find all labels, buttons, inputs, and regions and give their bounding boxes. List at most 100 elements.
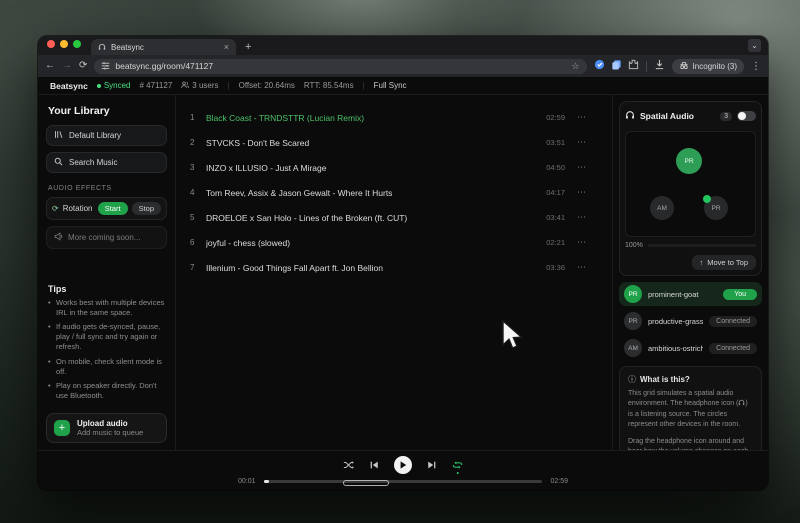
spatial-grid[interactable]: PR AM PR [625, 131, 756, 237]
plus-icon: + [54, 420, 70, 436]
device-count-badge: 3 [720, 112, 732, 121]
spatial-audio-card: Spatial Audio 3 PR AM PR [619, 101, 762, 276]
user-avatar: PR [624, 285, 642, 303]
sidebar-item-default-library[interactable]: Default Library [46, 125, 167, 146]
back-button[interactable]: ← [45, 61, 55, 71]
track-menu-button[interactable]: ⋯ [577, 113, 586, 122]
device-node-pr-gray[interactable]: PR [704, 196, 728, 220]
user-count-label: 3 users [192, 81, 218, 90]
tab-strip-chevron-icon[interactable]: ⌄ [748, 39, 761, 52]
previous-track-button[interactable] [369, 460, 379, 470]
user-row[interactable]: PR productive-grassho... Connected [619, 309, 762, 333]
user-row[interactable]: AM ambitious-ostrich Connected [619, 336, 762, 360]
volume-row: 100% [625, 242, 756, 249]
track-menu-button[interactable]: ⋯ [577, 213, 586, 222]
close-window-button[interactable] [47, 40, 55, 48]
coming-soon-label: More coming soon... [68, 233, 140, 242]
what-is-this-card: ⓘ What is this? This grid simulates a sp… [619, 366, 762, 450]
track-menu-button[interactable]: ⋯ [577, 188, 586, 197]
browser-menu-icon[interactable]: ⋮ [751, 61, 761, 72]
headphones-icon [625, 107, 635, 125]
user-name: prominent-goat [648, 290, 717, 299]
spatial-audio-toggle[interactable] [737, 111, 756, 121]
shuffle-button[interactable] [343, 460, 354, 470]
user-status-badge: You [723, 289, 757, 300]
volume-bar[interactable] [648, 244, 756, 247]
tip-item: Play on speaker directly. Don't use Blue… [48, 381, 167, 401]
full-sync-button[interactable]: Full Sync [374, 81, 407, 90]
track-duration: 03:41 [546, 213, 565, 222]
info-text: This grid simulates a spatial audio envi… [628, 390, 738, 407]
track-row[interactable]: 1 Black Coast - TRNDSTTR (Lucian Remix) … [176, 105, 612, 130]
new-tab-button[interactable]: + [245, 42, 251, 55]
track-number: 7 [190, 263, 206, 272]
users-icon [181, 81, 189, 91]
rotation-start-button[interactable]: Start [98, 202, 128, 215]
device-node-pr-green[interactable]: PR [676, 148, 702, 174]
track-number: 6 [190, 238, 206, 247]
upload-audio-subtitle: Add music to queue [77, 428, 143, 437]
sync-status-dot [97, 84, 101, 88]
maximize-window-button[interactable] [73, 40, 81, 48]
address-bar[interactable]: beatsync.gg/room/471127 ☆ [94, 59, 586, 74]
track-menu-button[interactable]: ⋯ [577, 163, 586, 172]
listener-source-dot[interactable] [703, 195, 711, 203]
forward-button[interactable]: → [62, 61, 72, 71]
track-queue: 1 Black Coast - TRNDSTTR (Lucian Remix) … [176, 95, 612, 450]
rotation-icon: ⟳ [52, 204, 59, 213]
browser-tab[interactable]: Beatsync × [91, 39, 236, 55]
minimize-window-button[interactable] [60, 40, 68, 48]
track-row[interactable]: 4 Tom Reev, Assix & Jason Gewalt - Where… [176, 180, 612, 205]
extension-blue-circle-icon[interactable] [594, 57, 605, 75]
extensions-puzzle-icon[interactable] [628, 57, 639, 75]
track-row[interactable]: 2 STVCKS - Don't Be Scared 03:51 ⋯ [176, 130, 612, 155]
track-menu-button[interactable]: ⋯ [577, 263, 586, 272]
seek-bar[interactable] [264, 480, 543, 483]
sync-status: Synced [97, 81, 131, 90]
extension-icons [594, 57, 639, 75]
repeat-active-dot [456, 472, 459, 475]
library-icon [54, 130, 63, 141]
sidebar-item-search-music[interactable]: Search Music [46, 152, 167, 173]
device-node-label: PR [711, 205, 720, 212]
incognito-badge[interactable]: Incognito (3) [672, 59, 744, 74]
track-row[interactable]: 5 DROELOE x San Holo - Lines of the Brok… [176, 205, 612, 230]
upload-audio-button[interactable]: + Upload audio Add music to queue [46, 413, 167, 443]
tab-close-icon[interactable]: × [224, 43, 229, 52]
track-row[interactable]: 3 INZO x ILLUSIO - Just A Mirage 04:50 ⋯ [176, 155, 612, 180]
tip-item: Works best with multiple devices IRL in … [48, 298, 167, 318]
toggle-knob [738, 112, 746, 120]
track-menu-button[interactable]: ⋯ [577, 138, 586, 147]
repeat-button[interactable] [452, 460, 463, 470]
track-number: 5 [190, 213, 206, 222]
extension-pages-icon[interactable] [611, 57, 622, 75]
user-list: PR prominent-goat You PR productive-gras… [619, 282, 762, 360]
user-row[interactable]: PR prominent-goat You [619, 282, 762, 306]
track-duration: 04:50 [546, 163, 565, 172]
track-row[interactable]: 6 joyful - chess (slowed) 02:21 ⋯ [176, 230, 612, 255]
track-row[interactable]: 7 Illenium - Good Things Fall Apart ft. … [176, 255, 612, 280]
right-panel: Spatial Audio 3 PR AM PR [612, 95, 768, 450]
offset-value: Offset: 20.64ms [239, 81, 295, 90]
tips-list: Works best with multiple devices IRL in … [48, 298, 167, 405]
play-button[interactable] [394, 456, 412, 474]
window-controls [47, 36, 81, 55]
track-list: 1 Black Coast - TRNDSTTR (Lucian Remix) … [176, 105, 612, 280]
device-node-am[interactable]: AM [650, 196, 674, 220]
bookmark-star-icon[interactable]: ☆ [571, 61, 579, 72]
tab-title: Beatsync [111, 43, 219, 52]
audio-effects-heading: AUDIO EFFECTS [48, 185, 167, 192]
download-icon[interactable] [654, 57, 665, 75]
seek-bar-fill [264, 480, 270, 483]
beatsync-favicon-icon [98, 43, 106, 51]
reload-button[interactable]: ⟳ [79, 61, 87, 71]
app-body: Your Library Default Library Search Musi… [38, 95, 768, 450]
site-info-icon[interactable] [101, 57, 110, 75]
tips-heading: Tips [48, 284, 167, 294]
track-menu-button[interactable]: ⋯ [577, 238, 586, 247]
info-icon: ⓘ [628, 374, 636, 385]
next-track-button[interactable] [427, 460, 437, 470]
move-to-top-button[interactable]: ↑ Move to Top [692, 255, 756, 270]
rotation-stop-button[interactable]: Stop [132, 202, 161, 215]
player-controls [343, 456, 463, 474]
